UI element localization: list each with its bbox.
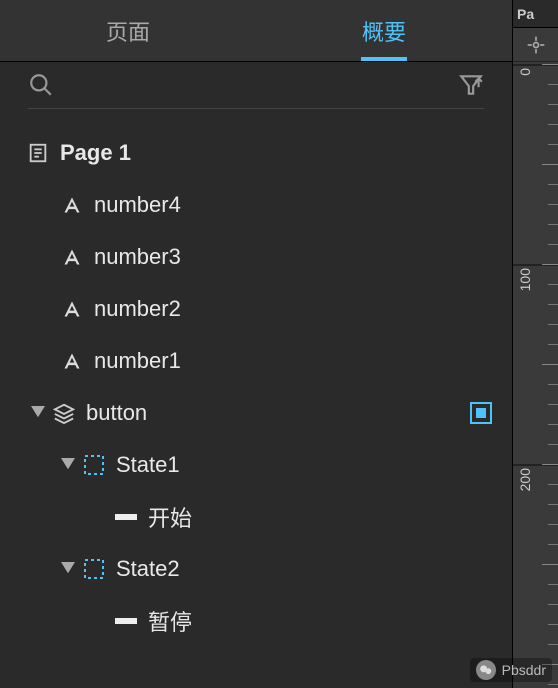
expand-arrow-icon[interactable] — [28, 406, 48, 420]
wechat-icon — [476, 660, 496, 680]
tree-item-text[interactable]: number2 — [0, 283, 512, 335]
tab-pages[interactable]: 页面 — [0, 0, 256, 61]
tab-header: 页面 概要 — [0, 0, 512, 62]
tree-item-widget[interactable]: 暂停 — [0, 595, 512, 647]
watermark-text: Pbsddr — [502, 662, 546, 678]
ruler-label: 100 — [517, 268, 533, 291]
filter-icon[interactable] — [458, 72, 484, 98]
tree-item-label: State1 — [116, 452, 492, 478]
right-header-label: Pa — [513, 0, 558, 28]
tab-pages-label: 页面 — [106, 15, 150, 47]
tree-item-text[interactable]: number4 — [0, 179, 512, 231]
vertical-ruler[interactable]: 0 100 200 — [513, 62, 558, 688]
tree-item-label: number4 — [94, 192, 492, 218]
text-icon — [58, 351, 86, 371]
text-icon — [58, 195, 86, 215]
tree-root-label: Page 1 — [60, 140, 492, 166]
ruler-label: 0 — [517, 68, 533, 76]
tree-item-state[interactable]: State1 — [0, 439, 512, 491]
toolbar — [0, 62, 512, 108]
tree-item-group-button[interactable]: button — [0, 387, 512, 439]
tree-root-page[interactable]: Page 1 — [0, 127, 512, 179]
text-icon — [58, 247, 86, 267]
outline-panel: 页面 概要 Page 1 — [0, 0, 512, 688]
expand-arrow-icon[interactable] — [58, 458, 78, 472]
outline-tree: Page 1 number4 number3 number2 number1 — [0, 109, 512, 688]
tree-item-label: button — [86, 400, 470, 426]
right-panel: Pa 0 100 200 — [512, 0, 558, 688]
tree-item-label: 开始 — [148, 501, 492, 533]
layers-icon — [50, 402, 78, 424]
watermark: Pbsddr — [470, 658, 552, 682]
tree-item-text[interactable]: number3 — [0, 231, 512, 283]
widget-icon — [112, 616, 140, 626]
tree-item-label: number1 — [94, 348, 492, 374]
tree-item-label: 暂停 — [148, 605, 492, 637]
tab-overview-label: 概要 — [362, 15, 406, 47]
tab-overview[interactable]: 概要 — [256, 0, 512, 61]
state-icon — [80, 559, 108, 579]
ruler-label: 200 — [517, 468, 533, 491]
tree-item-label: number3 — [94, 244, 492, 270]
dynamic-panel-badge-icon — [470, 402, 492, 424]
tree-item-state[interactable]: State2 — [0, 543, 512, 595]
tree-item-label: number2 — [94, 296, 492, 322]
state-icon — [80, 455, 108, 475]
tree-item-text[interactable]: number1 — [0, 335, 512, 387]
expand-arrow-icon[interactable] — [58, 562, 78, 576]
tree-item-label: State2 — [116, 556, 492, 582]
page-icon — [24, 142, 52, 164]
widget-icon — [112, 512, 140, 522]
search-icon[interactable] — [28, 72, 54, 98]
tree-item-widget[interactable]: 开始 — [0, 491, 512, 543]
text-icon — [58, 299, 86, 319]
crosshair-icon[interactable] — [513, 28, 558, 62]
